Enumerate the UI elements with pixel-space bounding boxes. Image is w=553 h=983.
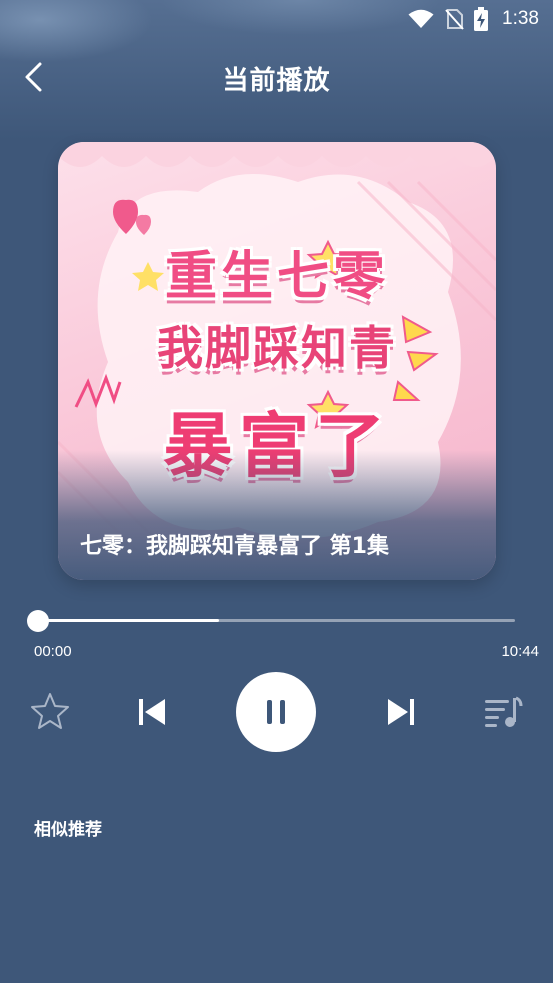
progress-buffer [38, 619, 220, 622]
album-cover: 重生七零 我脚踩知青 暴富了 七零：我脚踩知青暴富了 第1集 [58, 142, 496, 580]
skip-next-icon [388, 699, 414, 725]
status-bar: 1:38 [0, 0, 553, 38]
playlist-music-icon [485, 696, 523, 727]
progress-thumb[interactable] [27, 610, 49, 632]
previous-button[interactable] [136, 696, 168, 728]
current-time: 00:00 [34, 643, 72, 660]
cover-shade [58, 450, 496, 580]
star-icon [31, 693, 69, 729]
progress-slider[interactable] [27, 610, 515, 632]
track-title: 七零：我脚踩知青暴富了 第1集 [80, 534, 389, 559]
favorite-button[interactable] [30, 692, 70, 730]
cover-title-line-1: 重生七零 [164, 247, 389, 307]
header: 当前播放 [0, 50, 553, 104]
pause-icon [267, 700, 285, 724]
page-title: 当前播放 [222, 66, 331, 96]
skip-previous-icon [139, 699, 165, 725]
no-sim-icon [445, 9, 464, 30]
next-button[interactable] [385, 696, 417, 728]
cover-title-line-2: 我脚踩知青 [157, 321, 397, 375]
total-time: 10:44 [501, 643, 539, 660]
wifi-icon [408, 9, 434, 28]
similar-recommendations-title: 相似推荐 [34, 820, 102, 840]
status-time: 1:38 [502, 8, 539, 29]
playback-controls [0, 670, 553, 754]
playlist-button[interactable] [483, 694, 523, 730]
battery-charging-icon [474, 7, 489, 31]
pause-button[interactable] [236, 672, 316, 752]
